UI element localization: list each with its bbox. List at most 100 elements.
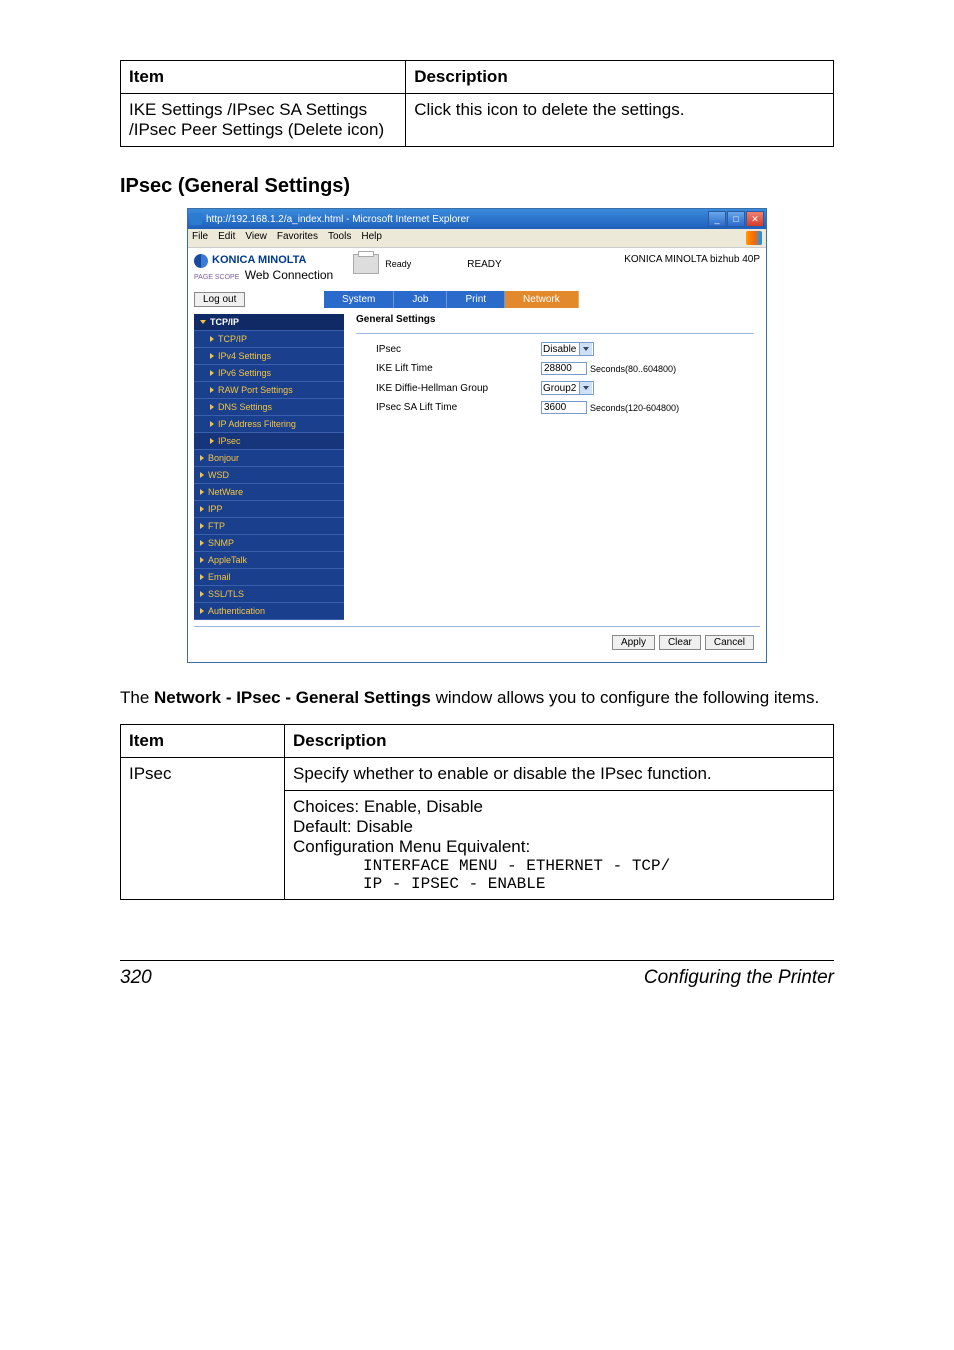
triangle-icon xyxy=(210,421,214,427)
brand-block: KONICA MINOLTA PAGE SCOPE Web Connection xyxy=(194,254,333,282)
menu-edit[interactable]: Edit xyxy=(218,231,235,245)
model-label: KONICA MINOLTA bizhub 40P xyxy=(624,254,760,265)
sidebar-item-wsd[interactable]: WSD xyxy=(194,467,344,484)
tabs: System Job Print Network xyxy=(324,291,760,308)
triangle-icon xyxy=(210,370,214,376)
body-paragraph: The Network - IPsec - General Settings w… xyxy=(120,687,834,710)
cell-item: IPsec xyxy=(121,758,285,900)
sidebar-item-ssltls[interactable]: SSL/TLS xyxy=(194,586,344,603)
th-desc: Description xyxy=(406,61,834,94)
menu-favorites[interactable]: Favorites xyxy=(277,231,318,245)
th-item: Item xyxy=(121,61,406,94)
triangle-icon xyxy=(200,489,204,495)
table-row: IPsec Specify whether to enable or disab… xyxy=(121,758,834,791)
th-desc: Description xyxy=(284,725,833,758)
menu-view[interactable]: View xyxy=(245,231,267,245)
hint-ike-lifetime: Seconds(80..604800) xyxy=(590,364,676,374)
triangle-icon xyxy=(200,591,204,597)
window-titlebar: http://192.168.1.2/a_index.html - Micros… xyxy=(188,209,766,229)
footer-text: Configuring the Printer xyxy=(644,967,834,989)
triangle-icon xyxy=(210,336,214,342)
th-item: Item xyxy=(121,725,285,758)
bottom-table: Item Description IPsec Specify whether t… xyxy=(120,724,834,900)
input-sa-lifetime[interactable]: 3600 xyxy=(541,401,587,414)
sidebar-item-ipsec[interactable]: IPsec xyxy=(194,433,344,450)
label-ipsec: IPsec xyxy=(356,344,541,355)
maximize-button[interactable]: □ xyxy=(727,211,745,227)
sidebar: TCP/IP TCP/IP IPv4 Settings IPv6 Setting… xyxy=(194,314,344,620)
sidebar-item-rawport[interactable]: RAW Port Settings xyxy=(194,382,344,399)
ie-throbber-icon xyxy=(746,231,762,245)
sidebar-item-dns[interactable]: DNS Settings xyxy=(194,399,344,416)
menu-file[interactable]: File xyxy=(192,231,208,245)
cell-item: IKE Settings /IPsec SA Settings /IPsec P… xyxy=(121,94,406,147)
triangle-icon xyxy=(210,438,214,444)
menubar: File Edit View Favorites Tools Help xyxy=(188,229,766,248)
triangle-icon xyxy=(210,404,214,410)
cell-desc-1: Specify whether to enable or disable the… xyxy=(284,758,833,791)
select-ipsec[interactable]: Disable xyxy=(541,342,594,356)
brand-name: KONICA MINOLTA xyxy=(212,254,307,267)
triangle-icon xyxy=(200,523,204,529)
main-panel: General Settings IPsec Disable IKE Lift … xyxy=(350,314,760,620)
sidebar-item-auth[interactable]: Authentication xyxy=(194,603,344,620)
apply-button[interactable]: Apply xyxy=(612,635,655,650)
cell-desc: Click this icon to delete the settings. xyxy=(406,94,834,147)
clear-button[interactable]: Clear xyxy=(659,635,701,650)
sidebar-item-ipp[interactable]: IPP xyxy=(194,501,344,518)
hint-sa-lifetime: Seconds(120-604800) xyxy=(590,403,679,413)
triangle-icon xyxy=(200,472,204,478)
triangle-icon xyxy=(200,455,204,461)
ready-label: READY xyxy=(467,259,501,270)
menu-tools[interactable]: Tools xyxy=(328,231,351,245)
sidebar-item-snmp[interactable]: SNMP xyxy=(194,535,344,552)
label-ike-lifetime: IKE Lift Time xyxy=(356,363,541,374)
triangle-icon xyxy=(200,557,204,563)
triangle-icon xyxy=(200,506,204,512)
sidebar-item-appletalk[interactable]: AppleTalk xyxy=(194,552,344,569)
label-ike-dh: IKE Diffie-Hellman Group xyxy=(356,383,541,394)
top-table: Item Description IKE Settings /IPsec SA … xyxy=(120,60,834,147)
printer-icon xyxy=(353,254,379,274)
km-logo-icon xyxy=(194,254,208,268)
triangle-icon xyxy=(200,574,204,580)
triangle-icon xyxy=(210,387,214,393)
section-heading: IPsec (General Settings) xyxy=(120,175,834,198)
sidebar-item-ipv6[interactable]: IPv6 Settings xyxy=(194,365,344,382)
input-ike-lifetime[interactable]: 28800 xyxy=(541,362,587,375)
tab-job[interactable]: Job xyxy=(394,291,447,308)
sidebar-item-ftp[interactable]: FTP xyxy=(194,518,344,535)
sidebar-item-ipv4[interactable]: IPv4 Settings xyxy=(194,348,344,365)
triangle-icon xyxy=(210,353,214,359)
sidebar-item-ipfilter[interactable]: IP Address Filtering xyxy=(194,416,344,433)
logout-button[interactable]: Log out xyxy=(194,292,245,307)
tab-system[interactable]: System xyxy=(324,291,394,308)
page-number: 320 xyxy=(120,967,152,989)
ie-icon xyxy=(190,213,202,225)
cell-desc-2: Choices: Enable, Disable Default: Disabl… xyxy=(284,791,833,900)
triangle-icon xyxy=(200,608,204,614)
status-text: Ready xyxy=(385,259,411,269)
sidebar-top-tcpip[interactable]: TCP/IP xyxy=(194,314,344,331)
minimize-button[interactable]: _ xyxy=(708,211,726,227)
select-ike-dh[interactable]: Group2 xyxy=(541,381,594,395)
cancel-button[interactable]: Cancel xyxy=(705,635,754,650)
page-footer: 320 Configuring the Printer xyxy=(120,960,834,989)
tab-network[interactable]: Network xyxy=(505,291,579,308)
panel-title: General Settings xyxy=(356,314,754,325)
label-sa-lifetime: IPsec SA Lift Time xyxy=(356,402,541,413)
menu-help[interactable]: Help xyxy=(361,231,382,245)
chevron-down-icon xyxy=(579,343,592,355)
screenshot: http://192.168.1.2/a_index.html - Micros… xyxy=(187,208,767,663)
chevron-down-icon xyxy=(579,382,592,394)
sidebar-item-netware[interactable]: NetWare xyxy=(194,484,344,501)
sidebar-item-bonjour[interactable]: Bonjour xyxy=(194,450,344,467)
pagescope-icon: PAGE SCOPE xyxy=(194,274,239,281)
close-button[interactable]: ✕ xyxy=(746,211,764,227)
table-row: IKE Settings /IPsec SA Settings /IPsec P… xyxy=(121,94,834,147)
tab-print[interactable]: Print xyxy=(447,291,505,308)
sidebar-item-email[interactable]: Email xyxy=(194,569,344,586)
sidebar-item-tcpip[interactable]: TCP/IP xyxy=(194,331,344,348)
triangle-icon xyxy=(200,540,204,546)
window-title: http://192.168.1.2/a_index.html - Micros… xyxy=(206,214,469,225)
